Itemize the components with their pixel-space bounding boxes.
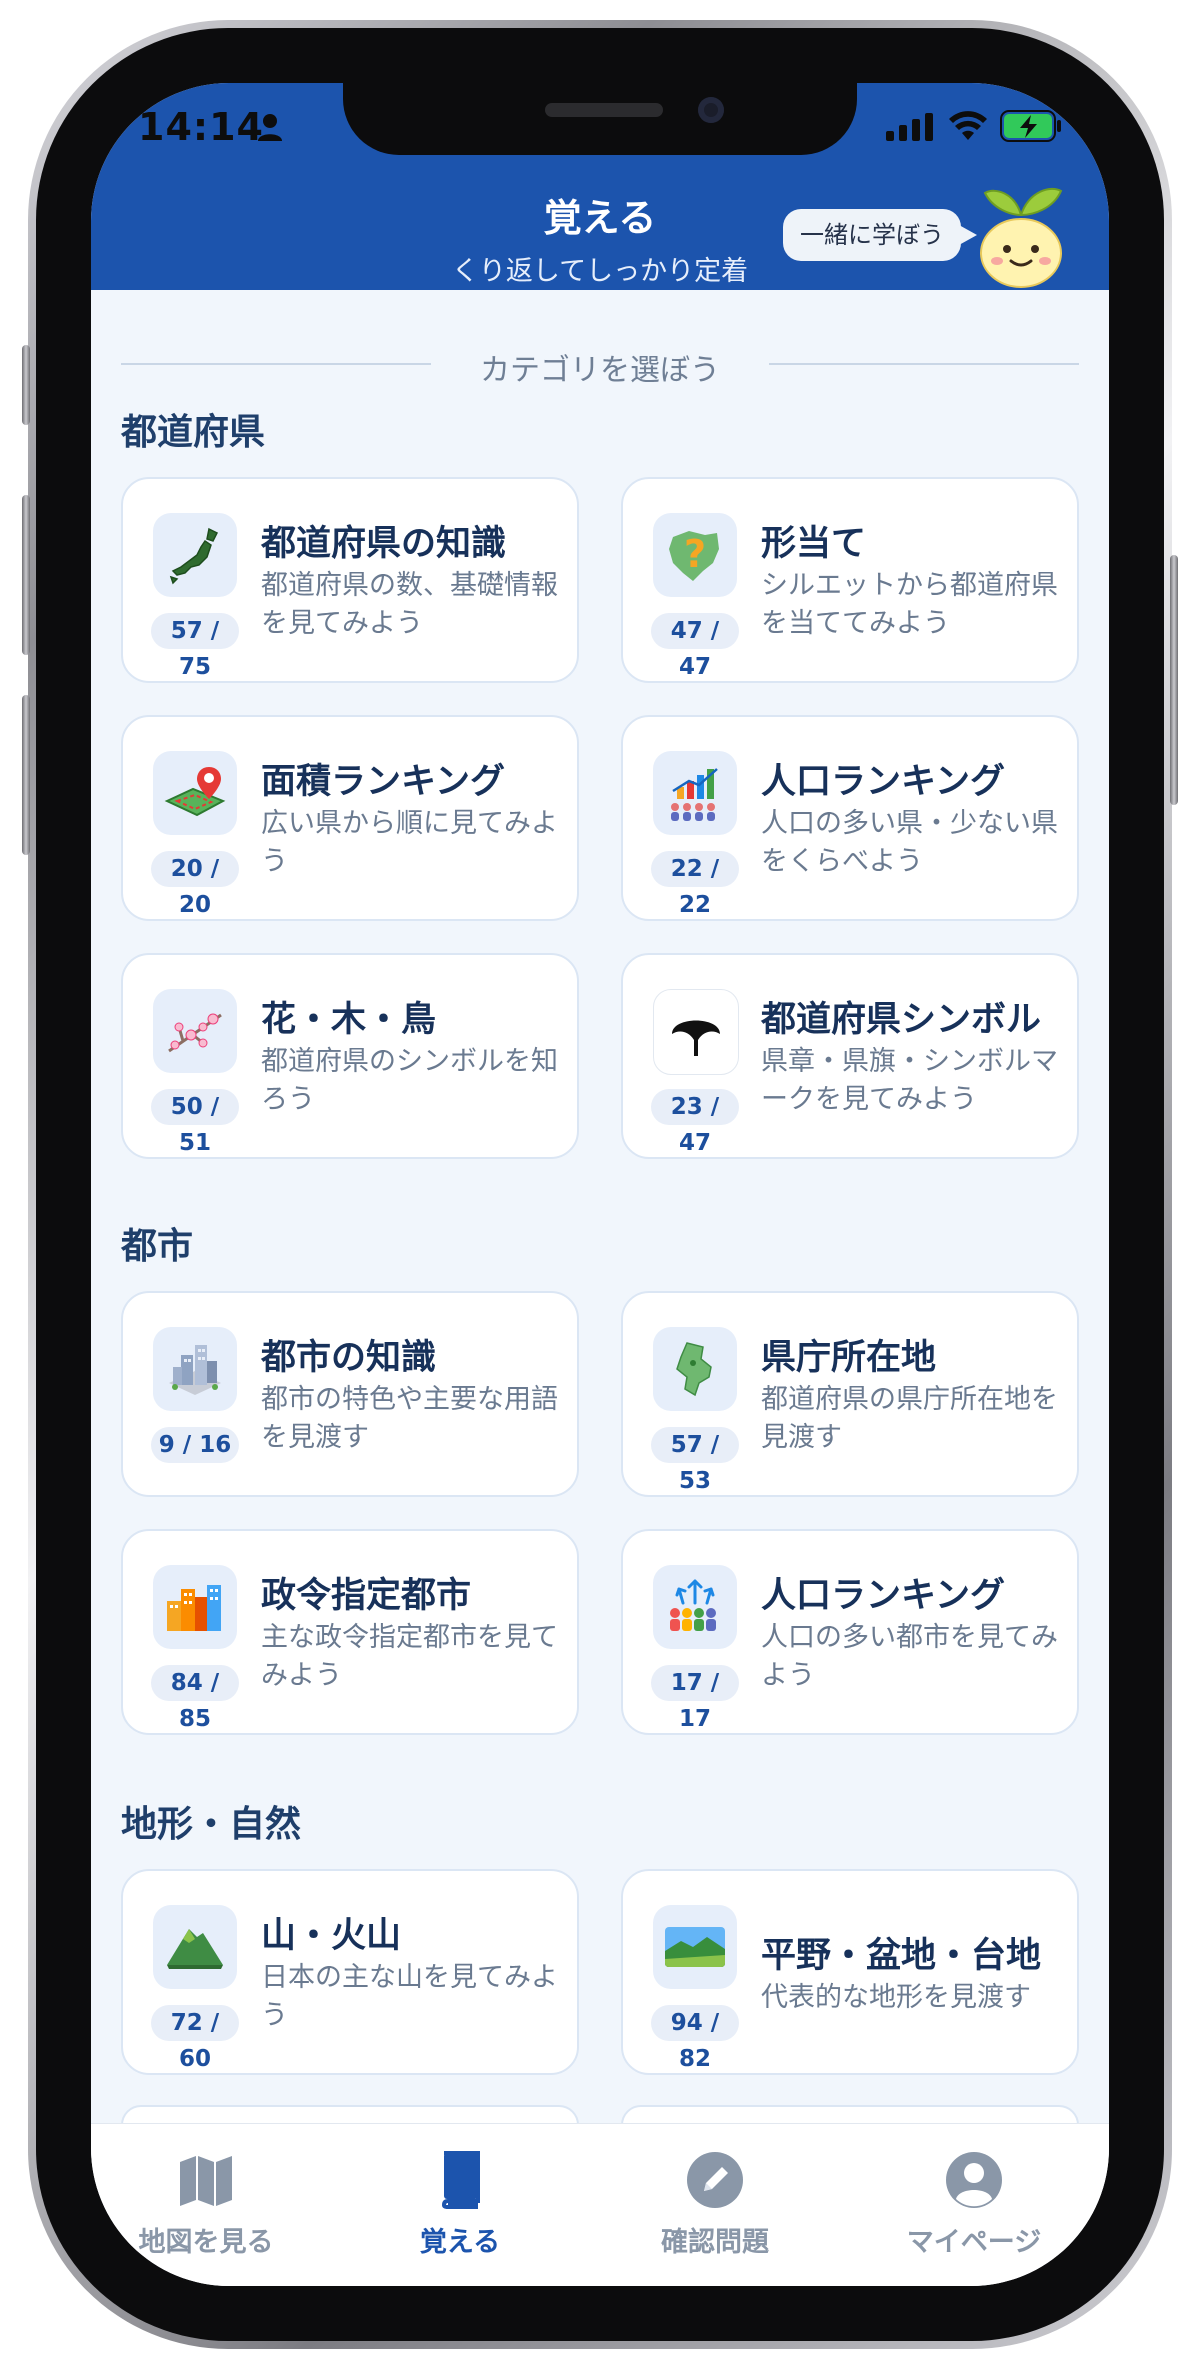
card-title: 人口ランキング [761,762,1005,802]
card-population-ranking[interactable]: 22 / 22 人口ランキング 人口の多い県・少ない県をくらべよう [621,715,1079,921]
card-mountains-volcanoes[interactable]: 72 / 60 山・火山 日本の主な山を見てみよう [121,1869,579,2075]
speaker-grille [545,103,663,117]
card-title: 政令指定都市 [261,1576,472,1616]
tab-label: 確認問題 [661,2227,769,2258]
card-shape-quiz[interactable]: ? 47 / 47 形当て シルエットから都道府県を当ててみよう [621,477,1079,683]
tab-memorize[interactable]: 覚える [360,2150,560,2259]
bottom-tab-bar: 地図を見る 覚える 確認問題 マイページ [91,2123,1109,2286]
card-description: 都道府県の数、基礎情報を見てみよう [261,570,558,639]
blossom-branch-icon [153,989,237,1073]
mountain-icon [153,1905,237,1989]
card-description: 広い県から順に見てみよう [261,808,558,877]
city-population-icon [653,1565,737,1649]
sprout-mascot-icon[interactable] [971,179,1071,289]
progress-count: 57 / 53 [651,1427,739,1494]
tab-quiz[interactable]: 確認問題 [615,2150,815,2259]
section-title-cities: 都市 [121,1226,194,1267]
app-header: 14:14 覚える くり返してしっかり定着 一緒に学ぼう [91,83,1109,290]
designated-city-icon [153,1565,237,1649]
card-description: 県章・県旗・シンボルマークを見てみよう [761,1046,1058,1115]
svg-text:?: ? [684,532,706,576]
profile-icon [874,2150,1074,2210]
wifi-icon [949,111,987,140]
progress-count: 50 / 51 [151,1089,239,1156]
divider-line-right [769,363,1079,365]
mute-switch [22,345,30,425]
card-title: 形当て [761,524,867,564]
tab-map[interactable]: 地図を見る [106,2150,306,2259]
progress-count: 20 / 20 [151,851,239,918]
progress-count: 72 / 60 [151,2005,239,2072]
card-plains-basins-plateaus[interactable]: 94 / 82 平野・盆地・台地 代表的な地形を見渡す [621,1869,1079,2075]
card-title: 面積ランキング [261,762,505,802]
progress-count: 22 / 22 [651,851,739,918]
pencil-icon [615,2150,815,2210]
progress-count: 9 / 16 [151,1427,239,1463]
progress-count: 57 / 75 [151,613,239,680]
card-title: 花・木・鳥 [261,1000,437,1040]
card-area-ranking[interactable]: 20 / 20 面積ランキング 広い県から順に見てみよう [121,715,579,921]
silhouette-question-icon: ? [653,513,737,597]
prefecture-emblem-icon [653,989,739,1075]
power-button [1170,555,1178,805]
section-title-prefectures: 都道府県 [121,412,266,453]
progress-count: 47 / 47 [651,613,739,680]
section-title-terrain: 地形・自然 [121,1804,302,1845]
card-designated-cities[interactable]: 84 / 85 政令指定都市 主な政令指定都市を見てみよう [121,1529,579,1735]
card-title: 都道府県シンボル [761,1000,1042,1040]
tab-mypage[interactable]: マイページ [874,2150,1074,2259]
person-icon [258,114,282,141]
population-chart-icon [653,751,737,835]
card-city-knowledge[interactable]: 9 / 16 都市の知識 都市の特色や主要な用語を見渡す [121,1291,579,1497]
progress-count: 23 / 47 [651,1089,739,1156]
card-prefecture-symbol[interactable]: 23 / 47 都道府県シンボル 県章・県旗・シンボルマークを見てみよう [621,953,1079,1159]
card-description: 代表的な地形を見渡す [761,1982,1031,2013]
card-description: 人口の多い都市を見てみよう [761,1622,1058,1691]
status-time: 14:14 [138,105,264,149]
progress-count: 94 / 82 [651,2005,739,2072]
card-description: 都道府県のシンボルを知ろう [261,1046,558,1115]
tab-label: 地図を見る [138,2227,274,2258]
progress-count: 17 / 17 [651,1665,739,1732]
card-prefecture-knowledge[interactable]: 57 / 75 都道府県の知識 都道府県の数、基礎情報を見てみよう [121,477,579,683]
card-title: 人口ランキング [761,1576,1005,1616]
prefecture-map-icon [653,1327,737,1411]
card-prefectural-capitals[interactable]: 57 / 53 県庁所在地 都道府県の県庁所在地を見渡す [621,1291,1079,1497]
card-title: 平野・盆地・台地 [761,1936,1042,1976]
device-notch [343,83,857,155]
category-prompt: カテゴリを選ぼう [480,353,720,388]
card-description: 主な政令指定都市を見てみよう [261,1622,558,1691]
card-title: 県庁所在地 [761,1338,937,1378]
front-camera [698,97,724,123]
card-description: 日本の主な山を見てみよう [261,1962,558,2031]
card-title: 都市の知識 [261,1338,437,1378]
volume-down-button [22,695,30,855]
volume-up-button [22,495,30,655]
signal-icon [886,113,933,141]
map-icon [106,2150,306,2210]
card-description: 都道府県の県庁所在地を見渡す [761,1384,1058,1453]
card-description: 都市の特色や主要な用語を見渡す [261,1384,558,1453]
card-title: 都道府県の知識 [261,524,507,564]
city-buildings-icon [153,1327,237,1411]
card-description: シルエットから都道府県を当ててみよう [761,570,1058,639]
japan-map-icon [153,513,237,597]
tab-label: マイページ [906,2227,1042,2258]
card-title: 山・火山 [261,1916,402,1956]
battery-icon [1000,110,1061,142]
mascot-speech-bubble: 一緒に学ぼう [783,209,977,261]
plain-landscape-icon [653,1905,737,1989]
card-description: 人口の多い県・少ない県をくらべよう [761,808,1058,877]
area-pin-map-icon [153,751,237,835]
tab-label: 覚える [419,2227,501,2258]
card-city-population-ranking[interactable]: 17 / 17 人口ランキング 人口の多い都市を見てみよう [621,1529,1079,1735]
card-flower-tree-bird[interactable]: 50 / 51 花・木・鳥 都道府県のシンボルを知ろう [121,953,579,1159]
category-divider: カテゴリを選ぼう [121,343,1079,388]
progress-count: 84 / 85 [151,1665,239,1732]
book-icon [360,2150,560,2210]
app-screen: 14:14 覚える くり返してしっかり定着 一緒に学ぼう カテゴリを選ぼう 都道… [91,83,1109,2286]
